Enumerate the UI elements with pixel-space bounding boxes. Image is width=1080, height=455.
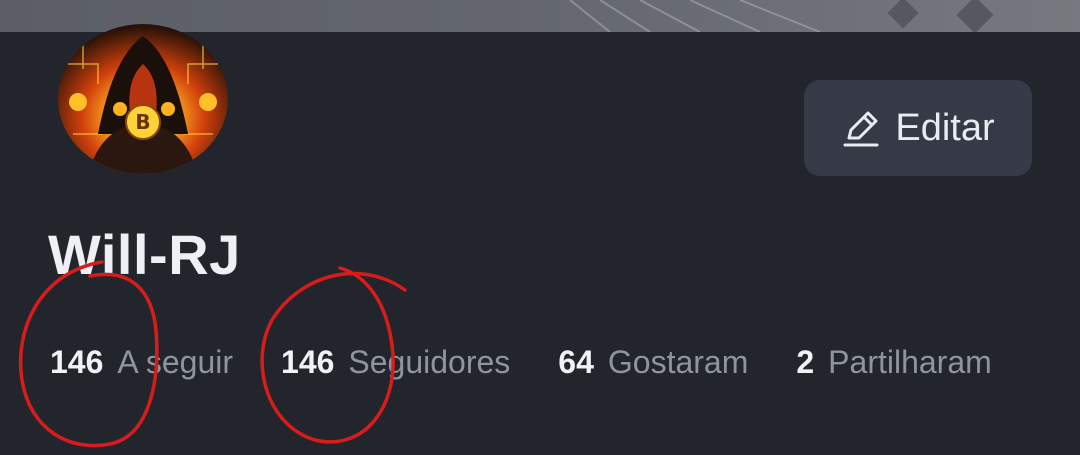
avatar[interactable]: B xyxy=(58,24,228,174)
svg-text:B: B xyxy=(135,110,150,134)
stat-following[interactable]: 146 A seguir xyxy=(50,344,233,381)
avatar-image: B xyxy=(58,24,228,174)
stat-shares-label: Partilharam xyxy=(828,343,992,380)
stat-followers-count: 146 xyxy=(281,343,335,380)
profile-stats: 146 A seguir 146 Seguidores 64 Gostaram … xyxy=(50,340,1040,384)
stat-likes-label: Gostaram xyxy=(607,343,749,380)
stat-followers[interactable]: 146 Seguidores xyxy=(281,344,510,381)
pencil-edit-icon xyxy=(841,108,881,148)
stat-following-label: A seguir xyxy=(117,343,234,380)
edit-button-label: Editar xyxy=(895,106,995,149)
stat-shares-count: 2 xyxy=(796,343,815,380)
stat-following-count: 146 xyxy=(50,343,104,380)
profile-username: Will-RJ xyxy=(48,223,241,286)
stat-likes-count: 64 xyxy=(558,343,594,380)
stat-followers-label: Seguidores xyxy=(348,343,511,380)
edit-profile-button[interactable]: Editar xyxy=(804,80,1032,176)
stat-likes[interactable]: 64 Gostaram xyxy=(558,344,748,381)
stat-shares[interactable]: 2 Partilharam xyxy=(796,344,991,381)
